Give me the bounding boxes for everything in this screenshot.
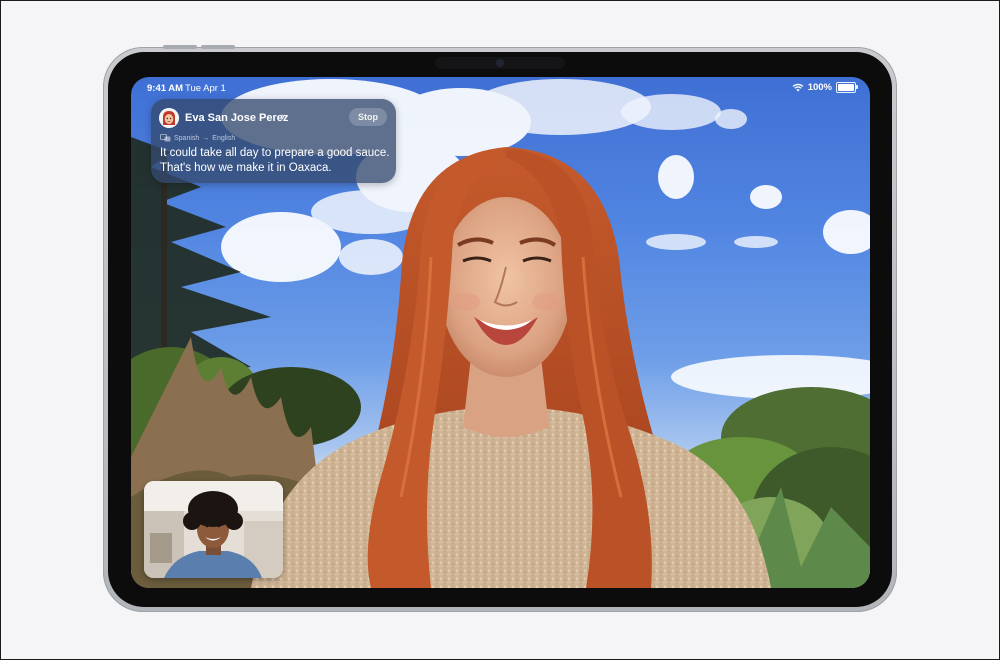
front-camera <box>435 57 565 69</box>
status-date: Tue Apr 1 <box>185 83 226 94</box>
camera-lens-icon <box>496 59 504 67</box>
volume-up-button <box>163 45 197 49</box>
memoji-avatar-icon <box>159 108 179 128</box>
volume-down-button <box>201 45 235 49</box>
ipad-device: 9:41 AM Tue Apr 1 100% Eva San Jose Pere… <box>103 45 897 612</box>
language-arrow: → <box>202 134 210 142</box>
status-time: 9:41 AM <box>147 83 184 94</box>
device-bezel: 9:41 AM Tue Apr 1 100% Eva San Jose Pere… <box>108 52 892 607</box>
battery-fill <box>838 84 854 91</box>
language-pair: Spanish → English <box>160 134 235 142</box>
live-translation-banner[interactable]: Eva San Jose Perez › Stop Spanish → Engl… <box>151 99 396 183</box>
status-indicators: 100% <box>792 82 858 93</box>
caller-name[interactable]: Eva San Jose Perez <box>185 112 288 124</box>
battery-icon <box>836 82 858 93</box>
stop-translation-button[interactable]: Stop <box>349 108 387 126</box>
self-view-pip[interactable] <box>144 481 283 578</box>
facetime-screen[interactable]: 9:41 AM Tue Apr 1 100% Eva San Jose Pere… <box>131 77 870 588</box>
self-view-video <box>144 481 283 578</box>
translate-icon <box>160 134 171 142</box>
face <box>440 197 572 377</box>
target-language: English <box>212 134 236 142</box>
translated-caption-text: It could take all day to prepare a good … <box>160 147 390 174</box>
chevron-right-icon[interactable]: › <box>281 111 285 123</box>
wifi-icon <box>792 83 804 92</box>
battery-percent: 100% <box>807 82 832 93</box>
source-language: Spanish <box>174 134 200 142</box>
status-bar: 9:41 AM Tue Apr 1 100% <box>131 77 870 99</box>
